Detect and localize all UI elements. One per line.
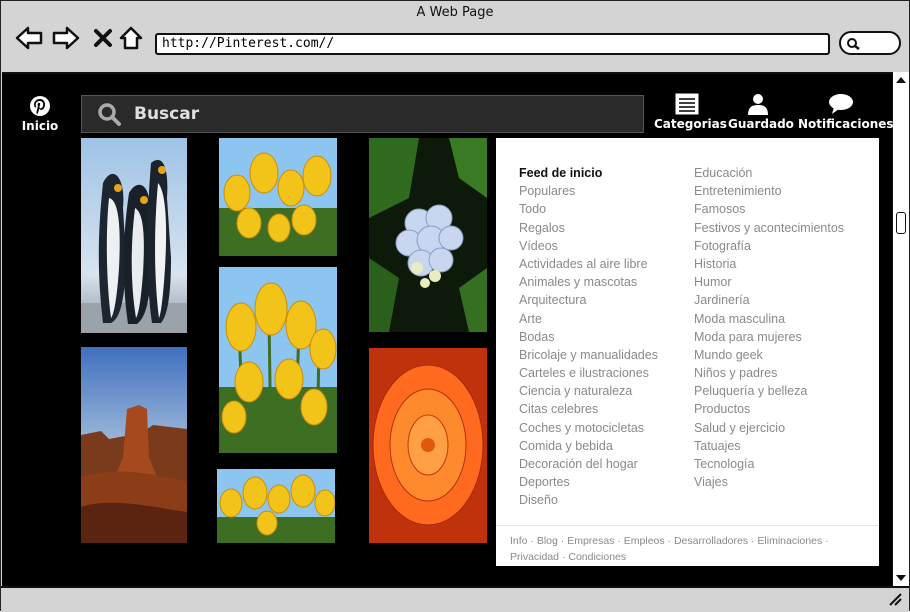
category-item[interactable]: Productos <box>694 400 844 418</box>
category-item[interactable]: Humor <box>694 273 844 291</box>
home-nav[interactable]: Inicio <box>20 95 60 133</box>
category-item[interactable]: Niños y padres <box>694 364 844 382</box>
categories-dropdown: Feed de inicio Populares Todo Regalos Ví… <box>496 138 879 566</box>
forward-arrow-icon <box>52 26 80 50</box>
forward-button[interactable] <box>52 25 80 51</box>
category-item[interactable]: Bodas <box>519 328 658 346</box>
category-item[interactable]: Diseño <box>519 491 658 509</box>
hydrangea-image <box>369 138 487 332</box>
search-input[interactable]: Buscar <box>81 95 644 133</box>
category-item[interactable]: Arte <box>519 310 658 328</box>
notifications-label: Notificaciones <box>798 117 894 131</box>
speech-bubble-icon <box>829 94 853 114</box>
pin-desert[interactable] <box>81 347 187 543</box>
category-item[interactable]: Viajes <box>694 473 844 491</box>
home-label: Inicio <box>21 119 59 133</box>
category-item[interactable]: Educación <box>694 164 844 182</box>
category-item[interactable]: Moda masculina <box>694 310 844 328</box>
category-item[interactable]: Regalos <box>519 219 658 237</box>
category-item[interactable]: Peluquería y belleza <box>694 382 844 400</box>
scrollbar-thumb[interactable] <box>896 212 906 234</box>
pin-tulips-3[interactable] <box>217 469 335 543</box>
category-item[interactable]: Historia <box>694 255 844 273</box>
window-title: A Web Page <box>416 5 494 20</box>
category-item[interactable]: Moda para mujeres <box>694 328 844 346</box>
footer-divider <box>496 525 879 526</box>
category-item[interactable]: Deportes <box>519 473 658 491</box>
address-bar[interactable]: http://Pinterest.com// <box>155 33 830 55</box>
category-item[interactable]: Feed de inicio <box>519 164 658 182</box>
pin-hydrangea[interactable] <box>369 138 487 332</box>
search-icon <box>847 38 860 50</box>
scroll-down-icon[interactable] <box>893 572 909 584</box>
search-placeholder: Buscar <box>134 104 200 124</box>
footer-links-line-1[interactable]: Info · Blog · Empresas · Empleos · Desar… <box>510 534 870 550</box>
categories-column-left: Feed de inicio Populares Todo Regalos Ví… <box>519 164 658 510</box>
category-item[interactable]: Animales y mascotas <box>519 273 658 291</box>
desert-image <box>81 347 187 543</box>
categories-list-icon <box>675 93 699 115</box>
category-item[interactable]: Arquitectura <box>519 291 658 309</box>
category-item[interactable]: Jardinería <box>694 291 844 309</box>
scroll-up-icon[interactable] <box>893 74 909 86</box>
categories-label: Categorias <box>654 117 727 131</box>
home-icon <box>119 26 143 50</box>
category-item[interactable]: Todo <box>519 200 658 218</box>
panel-footer: Info · Blog · Empresas · Empleos · Desar… <box>510 534 870 565</box>
tulips-image <box>219 267 337 453</box>
browser-search-field[interactable] <box>839 31 901 55</box>
back-button[interactable] <box>15 25 43 51</box>
footer-links-line-2[interactable]: Privacidad · Condiciones <box>510 550 870 566</box>
stop-button[interactable] <box>89 25 117 51</box>
nav-categories[interactable]: Categorias <box>654 93 727 131</box>
penguins-image <box>81 138 187 333</box>
chrysanthemum-image <box>369 348 487 543</box>
vertical-scrollbar[interactable] <box>892 72 909 586</box>
pin-chrysanthemum[interactable] <box>369 348 487 543</box>
category-item[interactable]: Citas celebres <box>519 400 658 418</box>
category-item[interactable]: Comida y bebida <box>519 437 658 455</box>
pin-tulips-1[interactable] <box>219 138 337 256</box>
pinterest-logo-icon <box>30 96 50 116</box>
category-item[interactable]: Vídeos <box>519 237 658 255</box>
category-item[interactable]: Bricolaje y manualidades <box>519 346 658 364</box>
category-item[interactable]: Entretenimiento <box>694 182 844 200</box>
categories-column-right: Educación Entretenimiento Famosos Festiv… <box>694 164 844 491</box>
tulips-image <box>219 138 337 256</box>
category-item[interactable]: Ciencia y naturaleza <box>519 382 658 400</box>
category-item[interactable]: Mundo geek <box>694 346 844 364</box>
back-arrow-icon <box>15 26 43 50</box>
category-item[interactable]: Famosos <box>694 200 844 218</box>
pin-penguins[interactable] <box>81 138 187 333</box>
category-item[interactable]: Festivos y acontecimientos <box>694 219 844 237</box>
saved-label: Guardado <box>728 117 794 131</box>
category-item[interactable]: Tatuajes <box>694 437 844 455</box>
close-icon <box>94 29 112 47</box>
category-item[interactable]: Salud y ejercicio <box>694 419 844 437</box>
pin-tulips-2[interactable] <box>219 267 337 453</box>
category-item[interactable]: Carteles e ilustraciones <box>519 364 658 382</box>
category-item[interactable]: Tecnología <box>694 455 844 473</box>
nav-notifications[interactable]: Notificaciones <box>798 93 894 131</box>
category-item[interactable]: Actividades al aire libre <box>519 255 658 273</box>
tulips-image <box>217 469 335 543</box>
category-item[interactable]: Decoración del hogar <box>519 455 658 473</box>
status-bar <box>1 586 909 612</box>
nav-saved[interactable]: Guardado <box>728 93 794 131</box>
resize-grip-icon[interactable] <box>887 591 903 607</box>
search-icon <box>98 103 121 126</box>
home-button[interactable] <box>117 25 145 51</box>
category-item[interactable]: Populares <box>519 182 658 200</box>
category-item[interactable]: Fotografía <box>694 237 844 255</box>
user-icon <box>748 94 768 115</box>
category-item[interactable]: Coches y motocicletas <box>519 419 658 437</box>
